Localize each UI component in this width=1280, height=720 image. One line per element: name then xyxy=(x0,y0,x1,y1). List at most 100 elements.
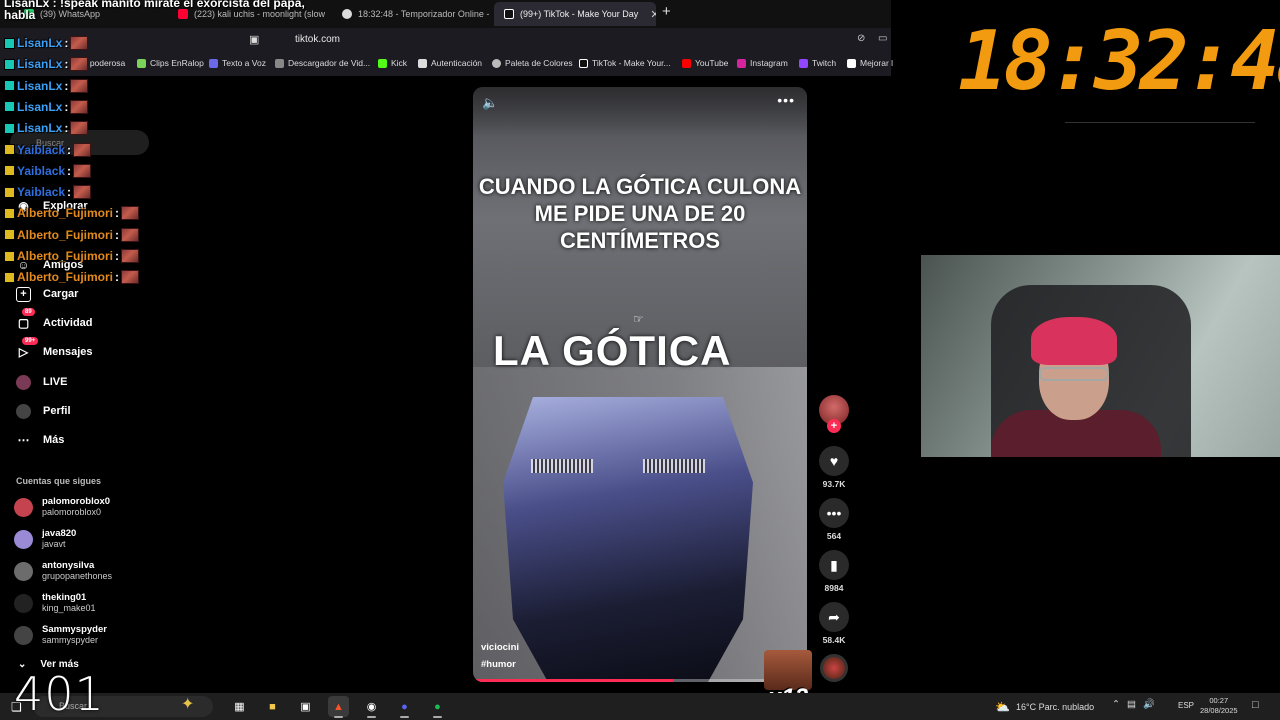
chat-emote-icon xyxy=(70,99,89,114)
mouse-cursor-icon: ☞ xyxy=(633,312,644,326)
avatar xyxy=(14,529,33,549)
chat-username: Yaiblack xyxy=(17,185,66,200)
chat-badge-icon xyxy=(4,101,15,113)
twitch-icon xyxy=(799,58,808,68)
profile-icon xyxy=(16,403,31,419)
bookmark-label: Descargador de Vid... xyxy=(288,58,371,68)
taskbar-clock[interactable]: 00:27 28/08/2025 xyxy=(1200,696,1238,716)
save-button[interactable]: ▮ 8984 xyxy=(816,550,852,593)
tab-tiktok[interactable]: (99+) TikTok - Make Your Day ✕ xyxy=(494,2,656,26)
chat-line: Alberto_Fujimori: xyxy=(4,268,140,286)
avatar xyxy=(14,593,33,613)
avatar xyxy=(14,497,33,517)
chat-top-message: LisanLx : !speak manito mirate el exorci… xyxy=(4,0,305,22)
chat-emote-icon xyxy=(121,270,140,285)
following-item[interactable]: theking01 king_make01 xyxy=(14,591,96,615)
chat-badge-icon xyxy=(4,207,15,219)
video-author[interactable]: viciocini xyxy=(481,642,519,653)
new-tab-button[interactable]: + xyxy=(662,3,671,20)
following-item[interactable]: palomoroblox0 palomoroblox0 xyxy=(14,495,110,519)
bookmark-label: Twitch xyxy=(812,58,837,68)
bookmark-youtube[interactable]: YouTube xyxy=(682,58,728,68)
taskbar-time: 00:27 xyxy=(1209,696,1229,705)
nav-actividad[interactable]: ▢ 89 Actividad xyxy=(16,307,93,334)
bookmark-icon: ▮ xyxy=(819,550,849,580)
chat-emote-icon xyxy=(121,206,140,221)
nav-cargar[interactable]: + Cargar xyxy=(16,283,78,305)
taskbar-date: 28/08/2025 xyxy=(1200,706,1238,715)
following-item[interactable]: Sammyspyder sammyspyder xyxy=(14,623,107,647)
obs-icon[interactable]: ◉ xyxy=(361,696,382,718)
bookmark-mejorar[interactable]: Mejorar l xyxy=(847,58,893,68)
save-count: 8984 xyxy=(824,583,844,593)
chat-separator: : xyxy=(115,227,120,242)
kick-icon xyxy=(378,58,387,68)
language-indicator[interactable]: ESP xyxy=(1178,701,1194,710)
mask-figure xyxy=(503,397,753,682)
more-options-icon[interactable]: ••• xyxy=(777,92,795,108)
nav-mas[interactable]: ⋯ Más xyxy=(16,429,65,451)
bookmark-clips-enralop[interactable]: Clips EnRalop xyxy=(137,58,204,68)
task-view-icon[interactable]: ▦ xyxy=(229,696,250,717)
video-player[interactable]: CUANDO LA GÓTICA CULONA ME PIDE UNA DE 2… xyxy=(473,87,807,682)
video-hashtag[interactable]: #humor xyxy=(481,659,516,670)
weather-widget[interactable]: ⛅ 16°C Parc. nublado xyxy=(995,700,1094,714)
chat-username: Yaiblack xyxy=(17,163,66,178)
downloader-icon xyxy=(275,58,284,68)
webcam-feed xyxy=(921,255,1280,457)
store-icon[interactable]: ▣ xyxy=(295,696,316,717)
share-button[interactable]: ➦ 58.4K xyxy=(816,602,852,645)
pinterest-icon xyxy=(847,58,856,68)
following-handle: palomoroblox0 xyxy=(42,507,102,517)
discord-icon[interactable]: ● xyxy=(394,696,415,718)
chat-separator: : xyxy=(67,142,72,157)
video-progress-bar[interactable] xyxy=(473,679,807,682)
spotify-icon[interactable]: ● xyxy=(427,696,448,718)
brave-browser-icon[interactable]: ▲ xyxy=(328,696,349,718)
bookmark-tiktok[interactable]: TikTok - Make Your... xyxy=(579,58,671,68)
network-icon[interactable]: ▤ xyxy=(1127,699,1136,710)
nav-perfil[interactable]: Perfil xyxy=(16,400,71,422)
chat-line: LisanLx: xyxy=(4,34,89,52)
bookmark-twitch[interactable]: Twitch xyxy=(799,58,836,68)
music-disc-icon[interactable] xyxy=(820,654,848,682)
share-count: 58.4K xyxy=(822,635,846,645)
volume-tray-icon[interactable]: 🔊 xyxy=(1143,699,1155,710)
bookmark-label: Paleta de Colores xyxy=(505,58,573,68)
comment-button[interactable]: ••• 564 xyxy=(816,498,852,541)
following-item[interactable]: antonysilva grupopanethones xyxy=(14,559,112,583)
url-field[interactable]: tiktok.com xyxy=(295,34,340,45)
chat-username: Alberto_Fujimori xyxy=(17,249,114,263)
chat-separator: : xyxy=(64,78,69,93)
follow-plus-icon[interactable]: + xyxy=(827,419,841,433)
bookmark-kick[interactable]: Kick xyxy=(378,58,407,68)
chat-username: Yaiblack xyxy=(17,142,66,157)
notification-icon[interactable]: □ xyxy=(1252,699,1259,711)
nav-label: Cargar xyxy=(43,288,79,300)
volume-icon[interactable]: 🔈 xyxy=(482,95,498,111)
bookmark-descargador[interactable]: Descargador de Vid... xyxy=(275,58,370,68)
bookmark-autenticacion[interactable]: Autenticación xyxy=(418,58,482,68)
following-item[interactable]: java820 javavt xyxy=(14,527,76,551)
tab-label: 18:32:48 - Temporizador Online - Rel xyxy=(358,9,492,19)
chat-separator: : xyxy=(64,36,69,50)
chevron-up-icon[interactable]: ⌃ xyxy=(1112,699,1120,710)
nav-mensajes[interactable]: ▷ 99+ Mensajes xyxy=(16,336,93,363)
copilot-sparkle-icon[interactable]: ✦ xyxy=(181,694,194,714)
bookmark-instagram[interactable]: Instagram xyxy=(737,58,788,68)
file-explorer-icon[interactable]: ■ xyxy=(262,696,283,717)
chat-emote-icon xyxy=(70,57,89,72)
nav-live[interactable]: LIVE xyxy=(16,371,67,393)
close-tab-icon[interactable]: ✕ xyxy=(650,8,656,21)
media-off-icon[interactable]: ⊘ xyxy=(857,33,865,44)
like-button[interactable]: ♥ 93.7K xyxy=(816,446,852,489)
share-icon: ➦ xyxy=(819,602,849,632)
bookmark-texto-a-voz[interactable]: Texto a Voz xyxy=(209,58,266,68)
chat-badge-icon xyxy=(4,122,15,134)
cast-icon[interactable]: ▭ xyxy=(878,33,887,44)
tab-timer[interactable]: 18:32:48 - Temporizador Online - Rel xyxy=(332,2,492,26)
chat-separator: : xyxy=(64,99,69,114)
following-username: theking01 xyxy=(42,592,87,603)
bookmark-page-icon[interactable]: ▣ xyxy=(249,33,259,46)
bookmark-paleta[interactable]: Paleta de Colores xyxy=(492,58,573,68)
